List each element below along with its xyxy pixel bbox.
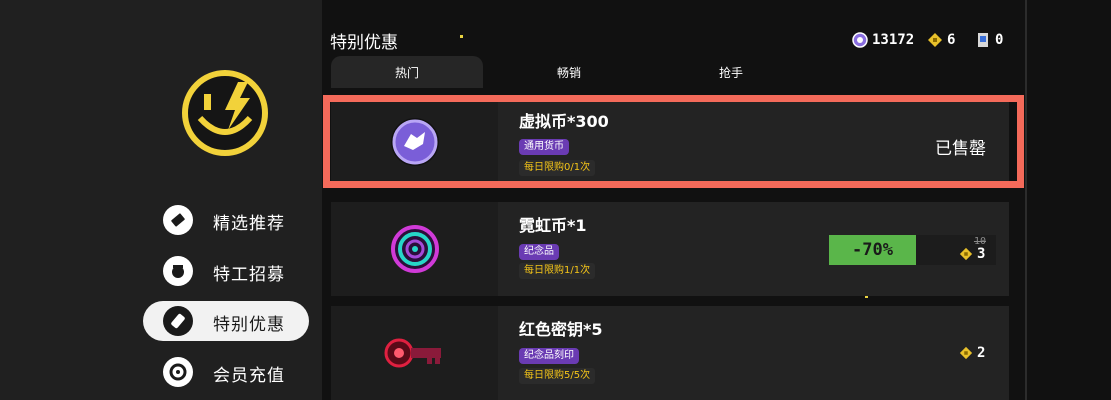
item-name: 红色密钥*5	[519, 320, 603, 339]
sidebar-item-special-offers[interactable]: 特别优惠	[143, 301, 309, 341]
gold-gem-icon	[959, 247, 973, 261]
currency-value: 0	[995, 32, 1004, 48]
item-tag: 纪念品	[519, 244, 559, 260]
ticket-card-icon	[978, 33, 988, 47]
currency-ticket: 0	[975, 30, 1003, 50]
price-value: 2	[977, 345, 986, 361]
tab-hot[interactable]: 热门	[331, 56, 483, 88]
item-limit: 每日限购1/1次	[519, 263, 596, 279]
currency-value: 13172	[872, 32, 915, 48]
coin-icon	[163, 357, 193, 387]
item-name: 霓虹币*1	[519, 216, 587, 235]
gold-gem-icon	[928, 33, 942, 47]
sidebar-item-membership-topup[interactable]: 会员充值	[143, 352, 309, 392]
sidebar: 精选推荐 特工招募 特别优惠 会员充值	[0, 0, 322, 400]
panel-divider	[1025, 0, 1027, 400]
item-thumbnail	[331, 202, 498, 296]
currency-gem: 6	[927, 30, 955, 50]
tag-icon	[163, 306, 193, 336]
selection-highlight	[323, 95, 1024, 188]
neon-coin-icon	[390, 225, 439, 273]
item-limit: 每日限购5/5次	[519, 368, 596, 384]
discount-badge: -70%	[829, 235, 916, 265]
tab-popular[interactable]: 抢手	[655, 56, 807, 88]
item-tag: 纪念品刻印	[519, 348, 579, 364]
red-key-icon	[384, 338, 441, 368]
page-title: 特别优惠	[330, 33, 398, 53]
purple-coin-icon	[852, 32, 868, 48]
ticket-icon	[163, 205, 193, 235]
smiley-lightning-logo-icon	[182, 70, 268, 156]
sidebar-item-label: 精选推荐	[213, 214, 285, 234]
currency-value: 6	[947, 32, 956, 48]
item-price: 2	[959, 345, 985, 361]
price-value: 3	[977, 246, 986, 262]
sidebar-item-label: 特工招募	[213, 265, 285, 285]
sidebar-item-label: 会员充值	[213, 366, 285, 386]
sidebar-item-label: 特别优惠	[213, 315, 285, 335]
sold-out-label: 已售罄	[935, 139, 986, 159]
currency-virtual-coin: 13172	[852, 30, 914, 50]
item-thumbnail	[331, 306, 498, 400]
tab-bar: 热门 畅销 抢手	[331, 56, 1021, 88]
sparkle	[460, 35, 463, 38]
sidebar-item-featured[interactable]: 精选推荐	[143, 200, 309, 240]
agent-icon	[163, 256, 193, 286]
tab-bestseller[interactable]: 畅销	[493, 56, 645, 88]
item-price: 3	[959, 246, 985, 262]
sidebar-item-agent-recruit[interactable]: 特工招募	[143, 251, 309, 291]
gold-gem-icon	[959, 346, 973, 360]
list-item[interactable]: 红色密钥*5 纪念品刻印 每日限购5/5次	[331, 306, 1009, 400]
